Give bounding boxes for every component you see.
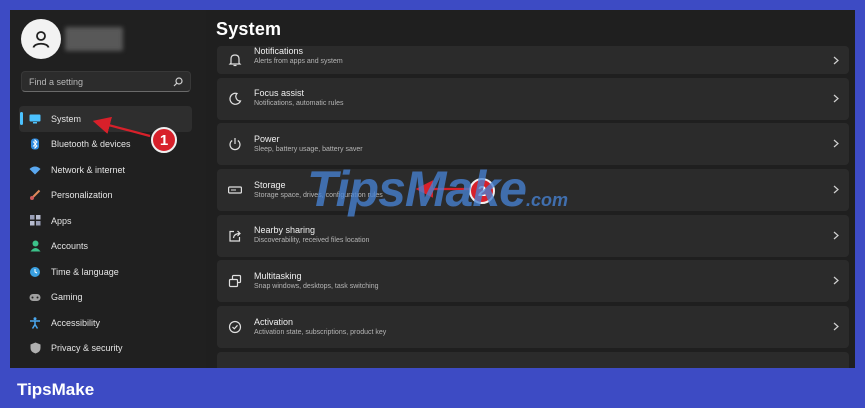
card-subtitle: Notifications, automatic rules xyxy=(254,100,344,108)
card-nearby-sharing[interactable]: Nearby sharing Discoverability, received… xyxy=(217,214,849,257)
bell-icon xyxy=(226,51,244,69)
watermark: TipsMake.com xyxy=(307,160,568,218)
apps-grid-icon xyxy=(29,215,41,227)
card-subtitle: Snap windows, desktops, task switching xyxy=(254,282,379,290)
sidebar-item-label: Network & internet xyxy=(51,164,126,175)
search-input[interactable] xyxy=(29,76,173,87)
gamepad-icon xyxy=(29,291,41,303)
bluetooth-icon xyxy=(29,138,41,150)
chevron-right-icon xyxy=(833,276,839,285)
multitask-windows-icon xyxy=(226,272,244,290)
watermark-text: TipsMake xyxy=(307,161,527,217)
sidebar-item-label: Accessibility xyxy=(51,317,101,328)
sidebar-item-label: Personalization xyxy=(51,190,113,201)
sidebar-item-apps[interactable]: Apps xyxy=(19,208,192,234)
shield-icon xyxy=(29,342,41,354)
card-subtitle: Sleep, battery usage, battery saver xyxy=(254,145,363,153)
globe-clock-icon xyxy=(29,266,41,278)
sidebar-item-network-internet[interactable]: Network & internet xyxy=(19,157,192,183)
moon-icon xyxy=(226,90,244,108)
card-title: Nearby sharing xyxy=(254,225,316,236)
card-next-partial[interactable] xyxy=(217,351,849,368)
chevron-right-icon xyxy=(833,185,839,194)
chevron-right-icon xyxy=(833,94,839,103)
page-title: System xyxy=(216,19,282,39)
card-title: Notifications xyxy=(254,45,304,56)
card-subtitle: Activation state, subscriptions, product… xyxy=(254,328,387,336)
sidebar-item-label: System xyxy=(51,113,82,124)
card-title: Activation xyxy=(254,316,294,327)
sidebar-item-accounts[interactable]: Accounts xyxy=(19,234,192,260)
card-subtitle: Alerts from apps and system xyxy=(254,57,343,65)
sidebar-item-label: Accounts xyxy=(51,241,89,252)
sidebar-item-privacy-security[interactable]: Privacy & security xyxy=(19,336,192,362)
power-icon xyxy=(226,135,244,153)
card-title: Power xyxy=(254,133,280,144)
monitor-icon xyxy=(29,113,41,125)
sidebar-item-label: Time & language xyxy=(51,266,119,277)
card-title: Focus assist xyxy=(254,88,305,99)
check-circle-icon xyxy=(226,318,244,336)
share-icon xyxy=(226,227,244,245)
search-box[interactable] xyxy=(21,71,191,92)
sidebar-item-gaming[interactable]: Gaming xyxy=(19,285,192,311)
card-multitasking[interactable]: Multitasking Snap windows, desktops, tas… xyxy=(217,260,849,303)
card-focus-assist[interactable]: Focus assist Notifications, automatic ru… xyxy=(217,77,849,120)
brush-icon xyxy=(29,189,41,201)
username-redacted xyxy=(65,27,123,51)
wifi-icon xyxy=(29,164,41,176)
search-icon[interactable] xyxy=(173,76,183,87)
brand-logo-text: TipsMake xyxy=(17,380,95,399)
chevron-right-icon xyxy=(833,231,839,240)
sidebar-item-label: Privacy & security xyxy=(51,343,123,354)
watermark-suffix: .com xyxy=(525,190,568,210)
sidebar-item-label: Bluetooth & devices xyxy=(51,139,131,150)
sidebar-item-accessibility[interactable]: Accessibility xyxy=(19,310,192,336)
user-avatar[interactable] xyxy=(21,19,61,59)
card-title: Multitasking xyxy=(254,270,302,281)
sidebar-item-time-language[interactable]: Time & language xyxy=(19,259,192,285)
sidebar-item-label: Apps xyxy=(51,215,72,226)
card-subtitle: Discoverability, received files location xyxy=(254,237,370,245)
annotation-step-1-badge: 1 xyxy=(151,127,177,153)
chevron-right-icon xyxy=(833,56,839,65)
sidebar-item-personalization[interactable]: Personalization xyxy=(19,183,192,209)
sidebar-item-label: Gaming xyxy=(51,292,83,303)
chevron-right-icon xyxy=(833,322,839,331)
person-icon xyxy=(29,240,41,252)
card-notifications[interactable]: Notifications Alerts from apps and syste… xyxy=(217,46,849,74)
card-activation[interactable]: Activation Activation state, subscriptio… xyxy=(217,306,849,349)
storage-drive-icon xyxy=(226,181,244,199)
chevron-right-icon xyxy=(833,139,839,148)
person-icon xyxy=(32,31,50,48)
accessibility-icon xyxy=(29,317,41,329)
sidebar: System Bluetooth & devices Network & int… xyxy=(10,10,206,368)
